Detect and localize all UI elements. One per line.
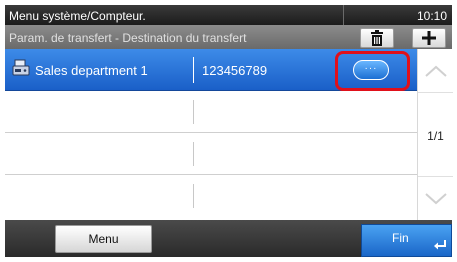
title-bar: Menu système/Compteur. 10:10 [5,5,452,25]
fax-icon [12,59,30,82]
destination-list: Sales department 1 123456789 ··· 1/1 [5,49,453,220]
scroll-down-button[interactable] [418,176,453,220]
list-row-1[interactable]: Sales department 1 123456789 ··· [5,49,417,91]
destination-number: 123456789 [202,63,268,78]
column-divider [193,184,194,208]
window-title: Menu système/Compteur. [9,9,146,23]
scroll-up-button[interactable] [418,49,453,93]
clock: 10:10 [416,9,447,23]
page-indicator: 1/1 [427,129,444,143]
chevron-up-icon [424,65,447,77]
enter-icon [433,239,447,254]
list-row-2[interactable] [5,91,417,133]
breadcrumb: Param. de transfert - Destination du tra… [9,31,247,45]
subheader-bar: Param. de transfert - Destination du tra… [5,25,452,49]
fin-button[interactable]: Fin [361,224,452,257]
add-button[interactable] [412,28,446,48]
trash-icon [371,30,383,46]
scrollbar: 1/1 [417,49,453,220]
column-divider [193,142,194,166]
fin-button-label: Fin [392,231,409,245]
column-divider [193,100,194,124]
delete-button[interactable] [360,28,394,48]
footer-bar: Menu Fin [5,220,452,257]
list-row-3[interactable] [5,133,417,175]
menu-button[interactable]: Menu [55,225,152,253]
detail-button[interactable]: ··· [353,60,389,80]
chevron-down-icon [424,192,447,204]
destination-name: Sales department 1 [35,63,148,78]
column-divider [193,57,194,83]
title-divider [343,5,344,25]
plus-icon [422,31,436,45]
list-row-4[interactable] [5,175,417,220]
